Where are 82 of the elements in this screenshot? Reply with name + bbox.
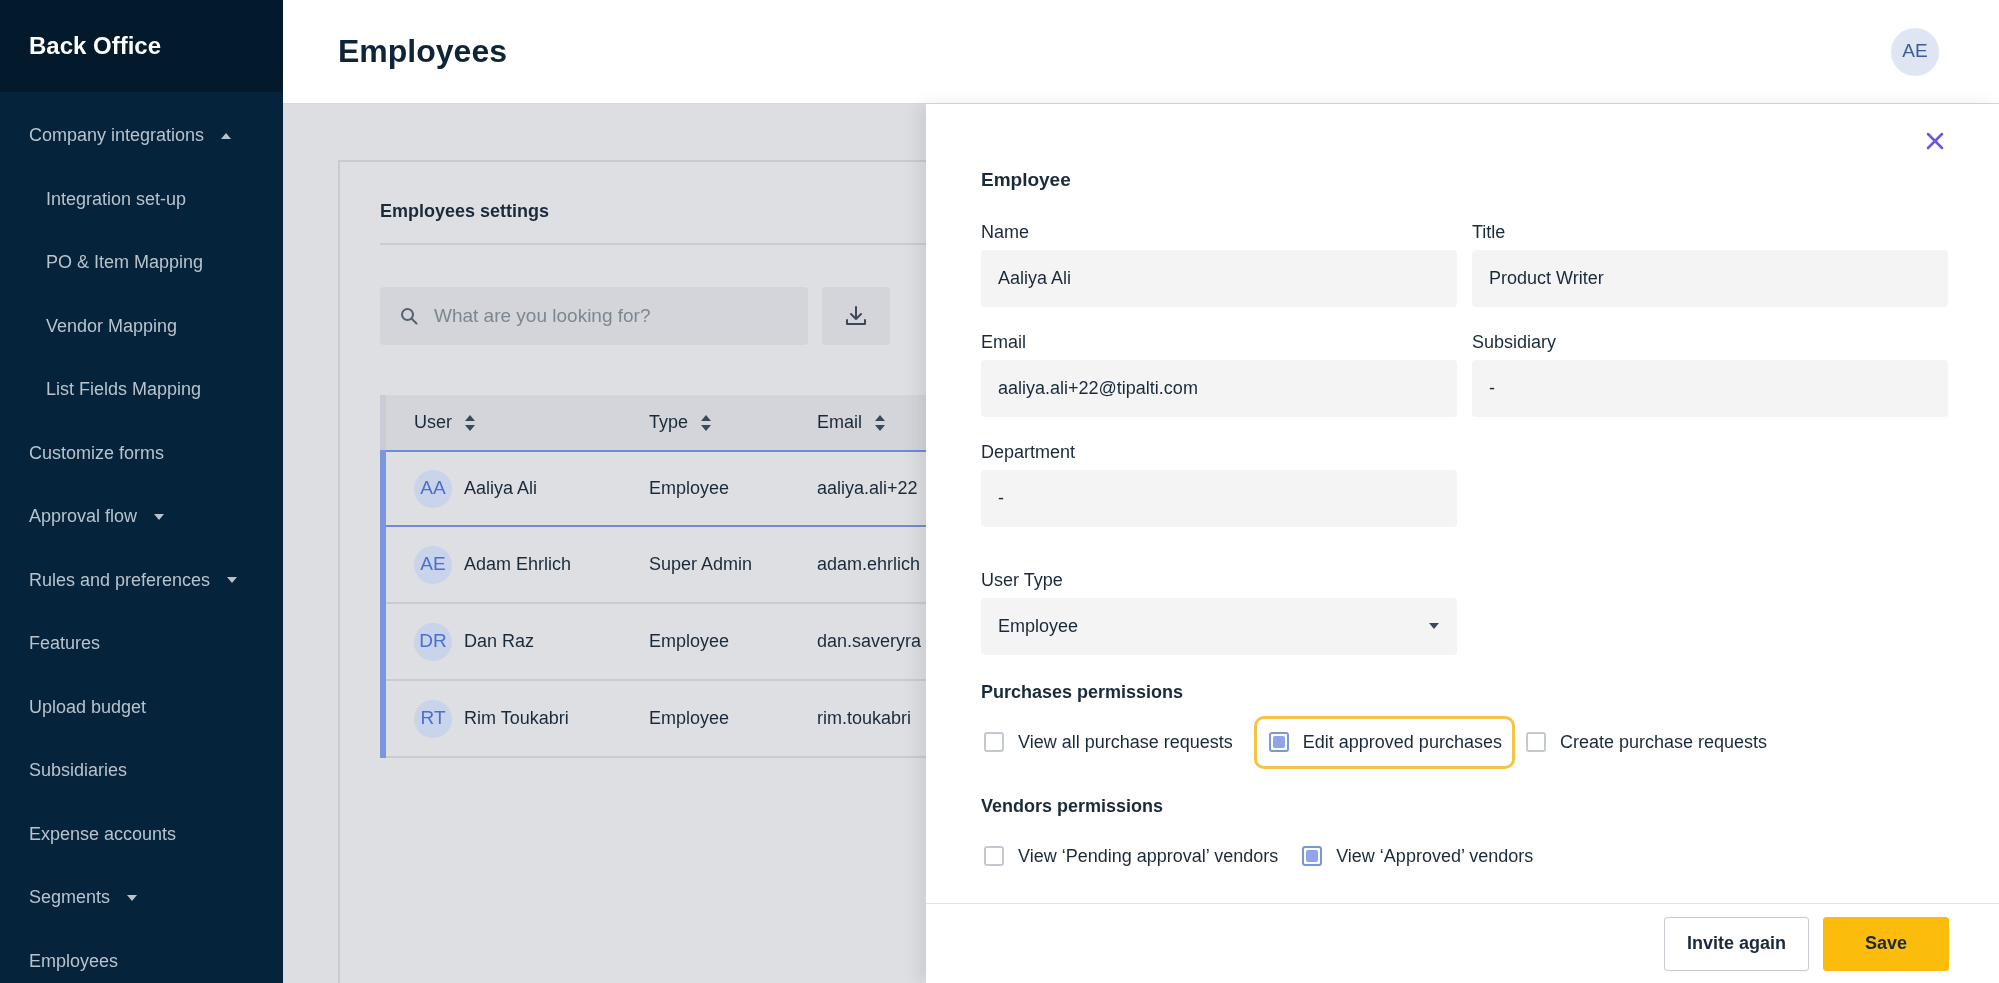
table-cell-text: Adam Ehrlich [464,553,572,576]
sidebar-item[interactable]: Rules and preferences [0,548,283,612]
user-avatar: DR [414,622,452,661]
checkbox[interactable] [984,846,1004,866]
table-cell-text: adam.ehrlich [817,553,922,576]
group-title: Vendors permissions [981,794,1165,818]
sidebar-subitem[interactable]: Vendor Mapping [0,294,283,358]
user-avatar[interactable]: AE [1891,27,1939,76]
user-avatar: AA [414,469,452,508]
search-field[interactable]: What are you looking for? [380,287,808,345]
group-title: Purchases permissions [981,680,1185,704]
sidebar-label: Upload budget [29,695,147,719]
field-label: Department [981,440,1077,464]
field-label: Title [1472,220,1507,244]
download-button[interactable] [822,287,890,345]
sidebar-subitem[interactable]: PO & Item Mapping [0,231,283,295]
user-avatar: RT [414,699,452,738]
input-field[interactable]: - [981,469,1457,527]
checkbox-option[interactable]: View ‘Pending approval’ vendors [981,829,1292,883]
field-label: Name [981,220,1030,244]
table-cell-text: Rim Toukabri [464,707,569,730]
table-cell-text: aaliya.ali+22 [817,477,919,500]
checkbox[interactable] [984,732,1004,752]
column-header[interactable]: Type [649,409,817,436]
checkbox[interactable] [1525,732,1546,752]
input-field[interactable]: Aaliya Ali [981,249,1457,307]
sidebar-item[interactable]: Approval flow [0,485,283,549]
close-icon [1926,131,1944,150]
sort-icon [874,413,886,432]
sidebar-label: Approval flow [29,505,138,529]
sidebar-label: Employees [29,949,119,973]
sidebar-subitem[interactable]: List Fields Mapping [0,358,283,422]
sidebar-label: Features [29,632,101,656]
input-field[interactable]: - [1472,359,1948,417]
checkbox-option[interactable]: View ‘Approved’ vendors [1299,829,1547,883]
sidebar-label: Expense accounts [29,822,177,846]
sort-icon [464,413,476,432]
sidebar-label: Rules and preferences [29,568,211,592]
dropdown-caret-icon [1428,622,1440,630]
brand-title: Back Office [0,0,283,92]
sidebar-label: Segments [29,886,111,910]
table-cell-text: Super Admin [649,553,754,576]
sidebar-item[interactable]: Employees [0,929,283,983]
search-icon [400,307,418,325]
table-cell-text: Dan Raz [464,630,535,653]
sidebar-item[interactable]: Subsidiaries [0,739,283,803]
table-cell-text: Employee [649,630,731,653]
sidebar-item[interactable]: Company integrations [0,104,283,168]
checkbox-option[interactable]: Edit approved purchases [1253,715,1515,769]
section-title: Employee [981,168,1072,192]
table-cell-text: dan.saveryra [817,630,923,653]
field-label: Email [981,330,1027,354]
checkbox[interactable] [1268,732,1289,752]
sidebar-item[interactable]: Segments [0,866,283,930]
sidebar-label: Customize forms [29,441,165,465]
input-field[interactable]: aaliya.ali+22@tipalti.com [981,359,1457,417]
page-title: Employees [338,32,507,71]
checkbox[interactable] [1302,846,1323,866]
checkbox-option[interactable]: View all purchase requests [981,715,1246,769]
sort-icon [700,413,713,432]
column-header[interactable]: User [414,409,649,436]
sidebar-item[interactable]: Features [0,612,283,676]
field-label: Subsidiary [1472,330,1558,354]
sidebar-label: Company integrations [29,124,205,148]
table-cell-text: Employee [649,477,731,500]
column-header[interactable]: Email [817,409,926,436]
input-field[interactable]: Product Writer [1472,249,1948,307]
save-button[interactable]: Save [1823,916,1949,971]
table-cell-text: rim.toukabri [817,707,913,730]
checkbox-option[interactable]: Create purchase requests [1522,715,1781,769]
download-icon [844,304,868,328]
sidebar-label: Subsidiaries [29,759,128,783]
sidebar-item[interactable]: Customize forms [0,421,283,485]
invite-button[interactable]: Invite again [1663,916,1809,971]
sidebar-item[interactable]: Expense accounts [0,802,283,866]
user-avatar: AE [414,545,452,584]
sidebar-item[interactable]: Upload budget [0,675,283,739]
sidebar-subitem[interactable]: Integration set-up [0,167,283,231]
table-cell-text: Aaliya Ali [464,477,538,500]
field-label: User Type [981,568,1064,592]
table-cell-text: Employee [649,707,731,730]
dropdown-field[interactable]: Employee [981,597,1457,655]
